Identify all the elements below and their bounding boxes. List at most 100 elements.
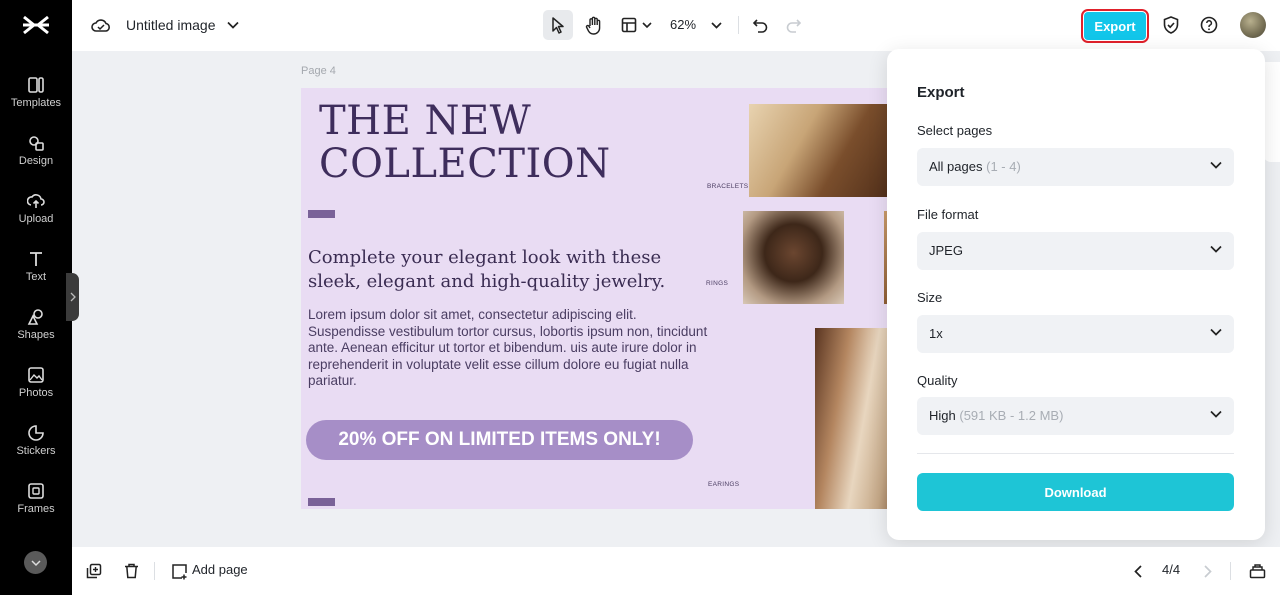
- capcut-logo[interactable]: [22, 14, 50, 36]
- help-icon: [1200, 16, 1218, 34]
- undo-button[interactable]: [750, 15, 770, 35]
- top-bar: Untitled image 62% Export: [72, 0, 1280, 51]
- rail-item-upload[interactable]: Upload: [0, 192, 72, 246]
- add-page-button[interactable]: Add page: [192, 562, 248, 577]
- templates-icon: [28, 77, 44, 93]
- rail-item-label: Design: [18, 155, 54, 167]
- tag-rings[interactable]: RINGS: [706, 280, 728, 287]
- stickers-icon: [28, 425, 44, 441]
- chevron-down-icon: [1210, 410, 1222, 418]
- rail-item-label: Stickers: [16, 445, 56, 457]
- subheading[interactable]: Complete your elegant look with these sl…: [308, 246, 708, 294]
- chevron-down-icon: [641, 21, 652, 28]
- select-pages-value: All pages (1 - 4): [929, 159, 1021, 174]
- photo-bracelets[interactable]: [749, 104, 901, 197]
- panel-collapse-handle[interactable]: [66, 273, 79, 321]
- redo-icon: [786, 18, 802, 33]
- design-icon: [29, 136, 44, 151]
- help-button[interactable]: [1199, 15, 1219, 35]
- user-avatar[interactable]: [1240, 12, 1266, 38]
- rail-item-stickers[interactable]: Stickers: [0, 424, 72, 478]
- upload-icon: [27, 194, 45, 208]
- photos-icon: [28, 367, 44, 383]
- size-label: Size: [917, 290, 943, 305]
- rail-item-label: Shapes: [17, 329, 55, 341]
- rail-item-design[interactable]: Design: [0, 134, 72, 188]
- export-button[interactable]: Export: [1081, 9, 1149, 43]
- hand-icon: [585, 16, 601, 35]
- export-panel: Export Select pages All pages (1 - 4) Fi…: [887, 49, 1265, 540]
- bottom-divider: [154, 562, 155, 580]
- hand-tool-button[interactable]: [579, 10, 609, 40]
- duplicate-page-button[interactable]: [84, 561, 104, 581]
- accent-bar-bottom[interactable]: [308, 498, 335, 506]
- headline[interactable]: THE NEW COLLECTION: [319, 100, 611, 186]
- panel-title: Export: [917, 84, 965, 101]
- file-format-label: File format: [917, 207, 979, 222]
- duplicate-icon: [86, 563, 102, 579]
- add-page-icon: [171, 563, 187, 579]
- layout-menu-button[interactable]: [615, 12, 657, 38]
- cursor-icon: [552, 16, 564, 34]
- bottom-bar: Add page 4/4: [72, 547, 1280, 595]
- zoom-menu-button[interactable]: [709, 17, 723, 33]
- size-dropdown[interactable]: 1x: [917, 315, 1234, 353]
- rail-item-text[interactable]: Text: [0, 250, 72, 304]
- design-page[interactable]: THE NEW COLLECTION Complete your elegant…: [301, 88, 901, 509]
- zoom-value[interactable]: 62%: [670, 17, 696, 32]
- security-button[interactable]: [1161, 15, 1181, 35]
- quality-hint: (591 KB - 1.2 MB): [959, 408, 1064, 423]
- rail-item-label: Photos: [18, 387, 54, 399]
- trash-icon: [124, 563, 138, 579]
- file-format-dropdown[interactable]: JPEG: [917, 232, 1234, 270]
- rail-item-label: Text: [25, 271, 47, 283]
- next-page-button[interactable]: [1200, 561, 1216, 581]
- rail-item-photos[interactable]: Photos: [0, 366, 72, 420]
- shield-check-icon: [1163, 16, 1179, 34]
- frames-icon: [28, 483, 44, 499]
- quality-dropdown[interactable]: High (591 KB - 1.2 MB): [917, 397, 1234, 435]
- rail-item-label: Templates: [10, 97, 62, 109]
- file-format-value: JPEG: [929, 243, 963, 258]
- photo-rings[interactable]: [743, 211, 844, 304]
- download-button[interactable]: Download: [917, 473, 1234, 511]
- select-tool-button[interactable]: [543, 10, 573, 40]
- undo-icon: [752, 18, 768, 33]
- rail-item-shapes[interactable]: Shapes: [0, 308, 72, 362]
- tag-earings[interactable]: EARINGS: [708, 481, 739, 488]
- redo-button[interactable]: [784, 15, 804, 35]
- delete-page-button[interactable]: [121, 561, 141, 581]
- chevron-down-icon: [1210, 161, 1222, 169]
- cloud-sync-button[interactable]: [90, 15, 112, 35]
- tag-bracelets[interactable]: BRACELETS: [707, 183, 748, 190]
- rail-item-label: Frames: [17, 503, 55, 515]
- chevron-down-icon: [227, 21, 239, 29]
- accent-bar-top[interactable]: [308, 210, 335, 218]
- chevron-right-icon: [70, 292, 76, 302]
- shapes-icon: [27, 309, 43, 325]
- rail-item-templates[interactable]: Templates: [0, 76, 72, 130]
- layout-icon: [621, 17, 636, 33]
- promo-pill[interactable]: 20% OFF ON LIMITED ITEMS ONLY!: [306, 420, 693, 460]
- rail-item-frames[interactable]: Frames: [0, 482, 72, 536]
- size-value: 1x: [929, 326, 943, 341]
- pages-panel-button[interactable]: [1247, 561, 1267, 581]
- prev-page-button[interactable]: [1130, 561, 1146, 581]
- toolbar-divider: [738, 16, 739, 34]
- cloud-icon: [91, 19, 110, 32]
- chevron-left-icon: [1134, 564, 1142, 578]
- rail-item-label: Upload: [18, 213, 54, 225]
- chevron-right-icon: [1204, 564, 1212, 578]
- bottom-divider: [1230, 562, 1231, 580]
- add-page-icon-wrap[interactable]: [170, 561, 188, 581]
- more-tools-button[interactable]: [24, 551, 47, 574]
- document-title[interactable]: Untitled image: [126, 17, 216, 33]
- select-pages-label: Select pages: [917, 123, 993, 138]
- select-pages-dropdown[interactable]: All pages (1 - 4): [917, 148, 1234, 186]
- chevron-down-icon: [1210, 245, 1222, 253]
- title-menu-button[interactable]: [225, 17, 241, 33]
- chevron-down-icon: [30, 559, 41, 566]
- pages-icon: [1249, 563, 1265, 578]
- body-text[interactable]: Lorem ipsum dolor sit amet, consectetur …: [308, 307, 708, 390]
- text-icon: [30, 252, 42, 266]
